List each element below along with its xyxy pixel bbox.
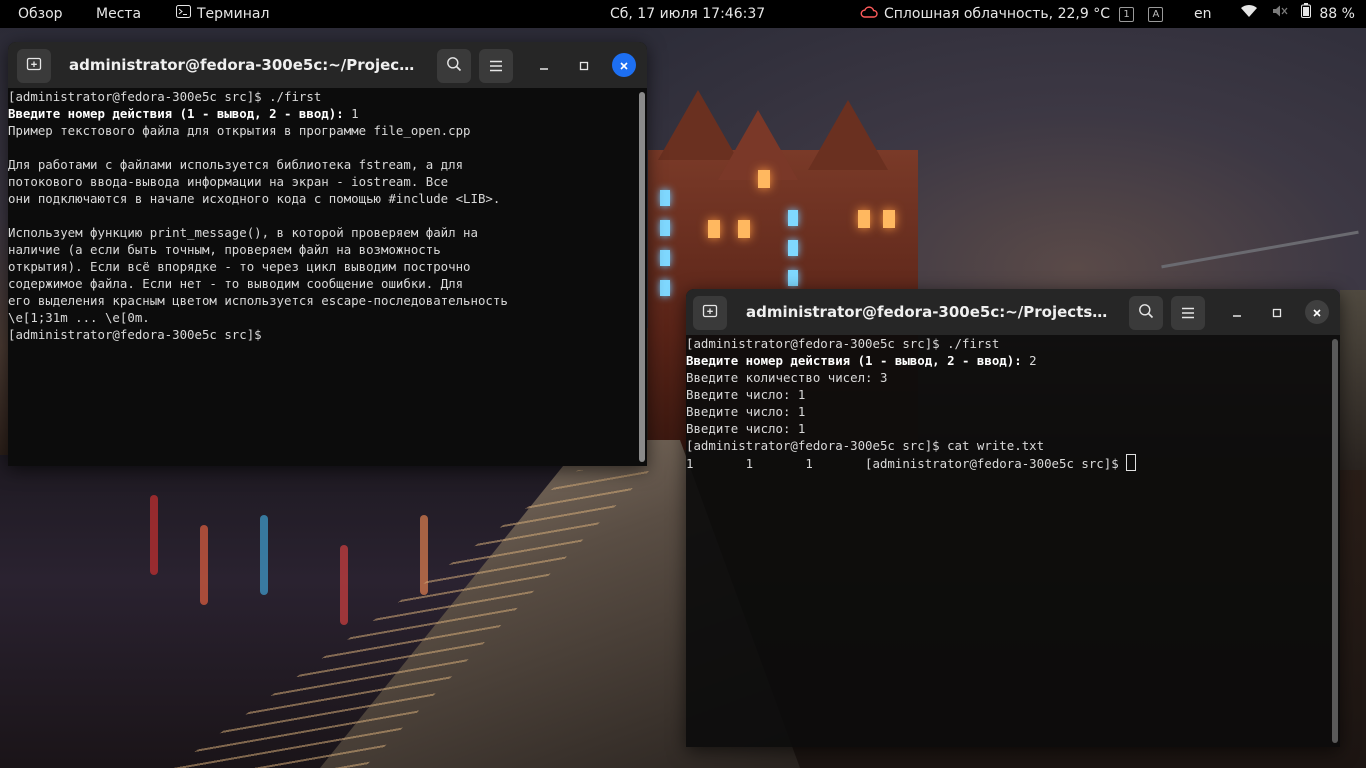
window-title: administrator@fedora-300e5c:~/Projects/L… bbox=[746, 303, 1112, 321]
maximize-button[interactable] bbox=[1265, 300, 1289, 324]
window-title: administrator@fedora-300e5c:~/Projects/L… bbox=[69, 56, 419, 74]
terminal-line: [administrator@fedora-300e5c src]$ bbox=[8, 327, 262, 342]
terminal-line: Используем функцию print_message(), в ко… bbox=[8, 225, 478, 240]
scrollbar[interactable] bbox=[1332, 339, 1338, 743]
activities-button[interactable]: Обзор bbox=[18, 0, 63, 28]
hamburger-menu-icon bbox=[1181, 304, 1195, 323]
maximize-icon bbox=[1272, 303, 1282, 322]
scrollbar[interactable] bbox=[639, 92, 645, 462]
search-icon bbox=[1138, 303, 1154, 323]
cloud-icon bbox=[860, 0, 878, 28]
terminal-line: потокового ввода-вывода информации на эк… bbox=[8, 174, 449, 189]
menu-button[interactable] bbox=[479, 49, 513, 83]
app-menu-label: Терминал bbox=[197, 6, 270, 22]
terminal-line: содержимое файла. Если нет - то выводим … bbox=[8, 276, 464, 291]
search-button[interactable] bbox=[437, 49, 471, 83]
terminal-icon bbox=[176, 0, 191, 28]
close-icon bbox=[1312, 303, 1322, 322]
battery-percentage: 88 % bbox=[1319, 6, 1355, 22]
terminal-prompt-bold: Введите номер действия (1 - вывод, 2 - в… bbox=[8, 106, 352, 121]
terminal-line: [administrator@fedora-300e5c src]$ ./fir… bbox=[8, 89, 322, 104]
terminal-line: его выделения красным цветом используетс… bbox=[8, 293, 508, 308]
terminal-line: наличие (а если быть точным, проверяем ф… bbox=[8, 242, 441, 257]
terminal-line: Пример текстового файла для открытия в п… bbox=[8, 123, 471, 138]
terminal-window-1[interactable]: administrator@fedora-300e5c:~/Projects/L… bbox=[8, 42, 647, 466]
terminal-line: они подключаются в начале исходного кода… bbox=[8, 191, 501, 206]
terminal-line: Введите число: 1 bbox=[686, 387, 806, 402]
system-status-area[interactable]: 88 % bbox=[1240, 0, 1355, 28]
app-menu[interactable]: Терминал bbox=[176, 0, 269, 28]
terminal-line: \e[1;31m ... \e[0m. bbox=[8, 310, 150, 325]
new-tab-button[interactable] bbox=[17, 49, 51, 83]
maximize-icon bbox=[579, 56, 589, 75]
keyboard-layout[interactable]: en bbox=[1194, 0, 1212, 28]
terminal-header-bar[interactable]: administrator@fedora-300e5c:~/Projects/L… bbox=[686, 289, 1340, 335]
speaker-muted-icon bbox=[1272, 0, 1288, 28]
minimize-icon bbox=[539, 56, 549, 75]
terminal-line: [administrator@fedora-300e5c src]$ ./fir… bbox=[686, 336, 1000, 351]
maximize-button[interactable] bbox=[572, 53, 596, 77]
terminal-output[interactable]: [administrator@fedora-300e5c src]$ ./fir… bbox=[686, 335, 1340, 747]
search-icon bbox=[446, 56, 462, 76]
terminal-line: [administrator@fedora-300e5c src]$ cat w… bbox=[686, 438, 1045, 453]
terminal-line: Введите число: 1 bbox=[686, 404, 806, 419]
weather-indicator[interactable]: Сплошная облачность, 22,9 °C bbox=[860, 0, 1110, 28]
terminal-line: 1 1 1 [administrator@fedora-300e5c src]$ bbox=[686, 454, 1340, 471]
new-tab-button[interactable] bbox=[693, 296, 727, 330]
minimize-button[interactable] bbox=[1225, 300, 1249, 324]
close-button[interactable] bbox=[612, 53, 636, 77]
weather-label: Сплошная облачность, 22,9 °C bbox=[884, 6, 1110, 22]
workspace-number-icon: 1 bbox=[1119, 6, 1134, 22]
menu-button[interactable] bbox=[1171, 296, 1205, 330]
new-tab-icon bbox=[702, 303, 718, 323]
battery-icon bbox=[1300, 0, 1311, 28]
search-button[interactable] bbox=[1129, 296, 1163, 330]
top-panel: Обзор Места Терминал Сб, 17 июля 17:46:3… bbox=[0, 0, 1366, 28]
close-icon bbox=[619, 56, 629, 75]
wifi-icon bbox=[1240, 0, 1258, 28]
terminal-line: Введите номер действия (1 - вывод, 2 - в… bbox=[686, 353, 1037, 368]
clock[interactable]: Сб, 17 июля 17:46:37 bbox=[610, 0, 765, 28]
workspace-indicator[interactable]: 1 A bbox=[1119, 0, 1164, 28]
terminal-line: Введите число: 1 bbox=[686, 421, 806, 436]
terminal-line: Введите номер действия (1 - вывод, 2 - в… bbox=[8, 106, 359, 121]
terminal-line: Для работами с файлами используется библ… bbox=[8, 157, 464, 172]
new-tab-icon bbox=[26, 56, 42, 76]
terminal-window-2[interactable]: administrator@fedora-300e5c:~/Projects/L… bbox=[686, 289, 1340, 747]
terminal-prompt-bold: Введите номер действия (1 - вывод, 2 - в… bbox=[686, 353, 1030, 368]
text-cursor bbox=[1126, 454, 1137, 471]
hamburger-menu-icon bbox=[489, 57, 503, 76]
close-button[interactable] bbox=[1305, 300, 1329, 324]
places-menu[interactable]: Места bbox=[96, 0, 141, 28]
terminal-line: Введите количество чисел: 3 bbox=[686, 370, 888, 385]
minimize-icon bbox=[1232, 303, 1242, 322]
terminal-line: открытия). Если всё впорядке - то через … bbox=[8, 259, 471, 274]
minimize-button[interactable] bbox=[532, 53, 556, 77]
wallpaper-right-building bbox=[1340, 290, 1366, 470]
terminal-header-bar[interactable]: administrator@fedora-300e5c:~/Projects/L… bbox=[8, 42, 647, 88]
input-mode-icon: A bbox=[1148, 6, 1164, 22]
terminal-output[interactable]: [administrator@fedora-300e5c src]$ ./fir… bbox=[8, 88, 647, 466]
